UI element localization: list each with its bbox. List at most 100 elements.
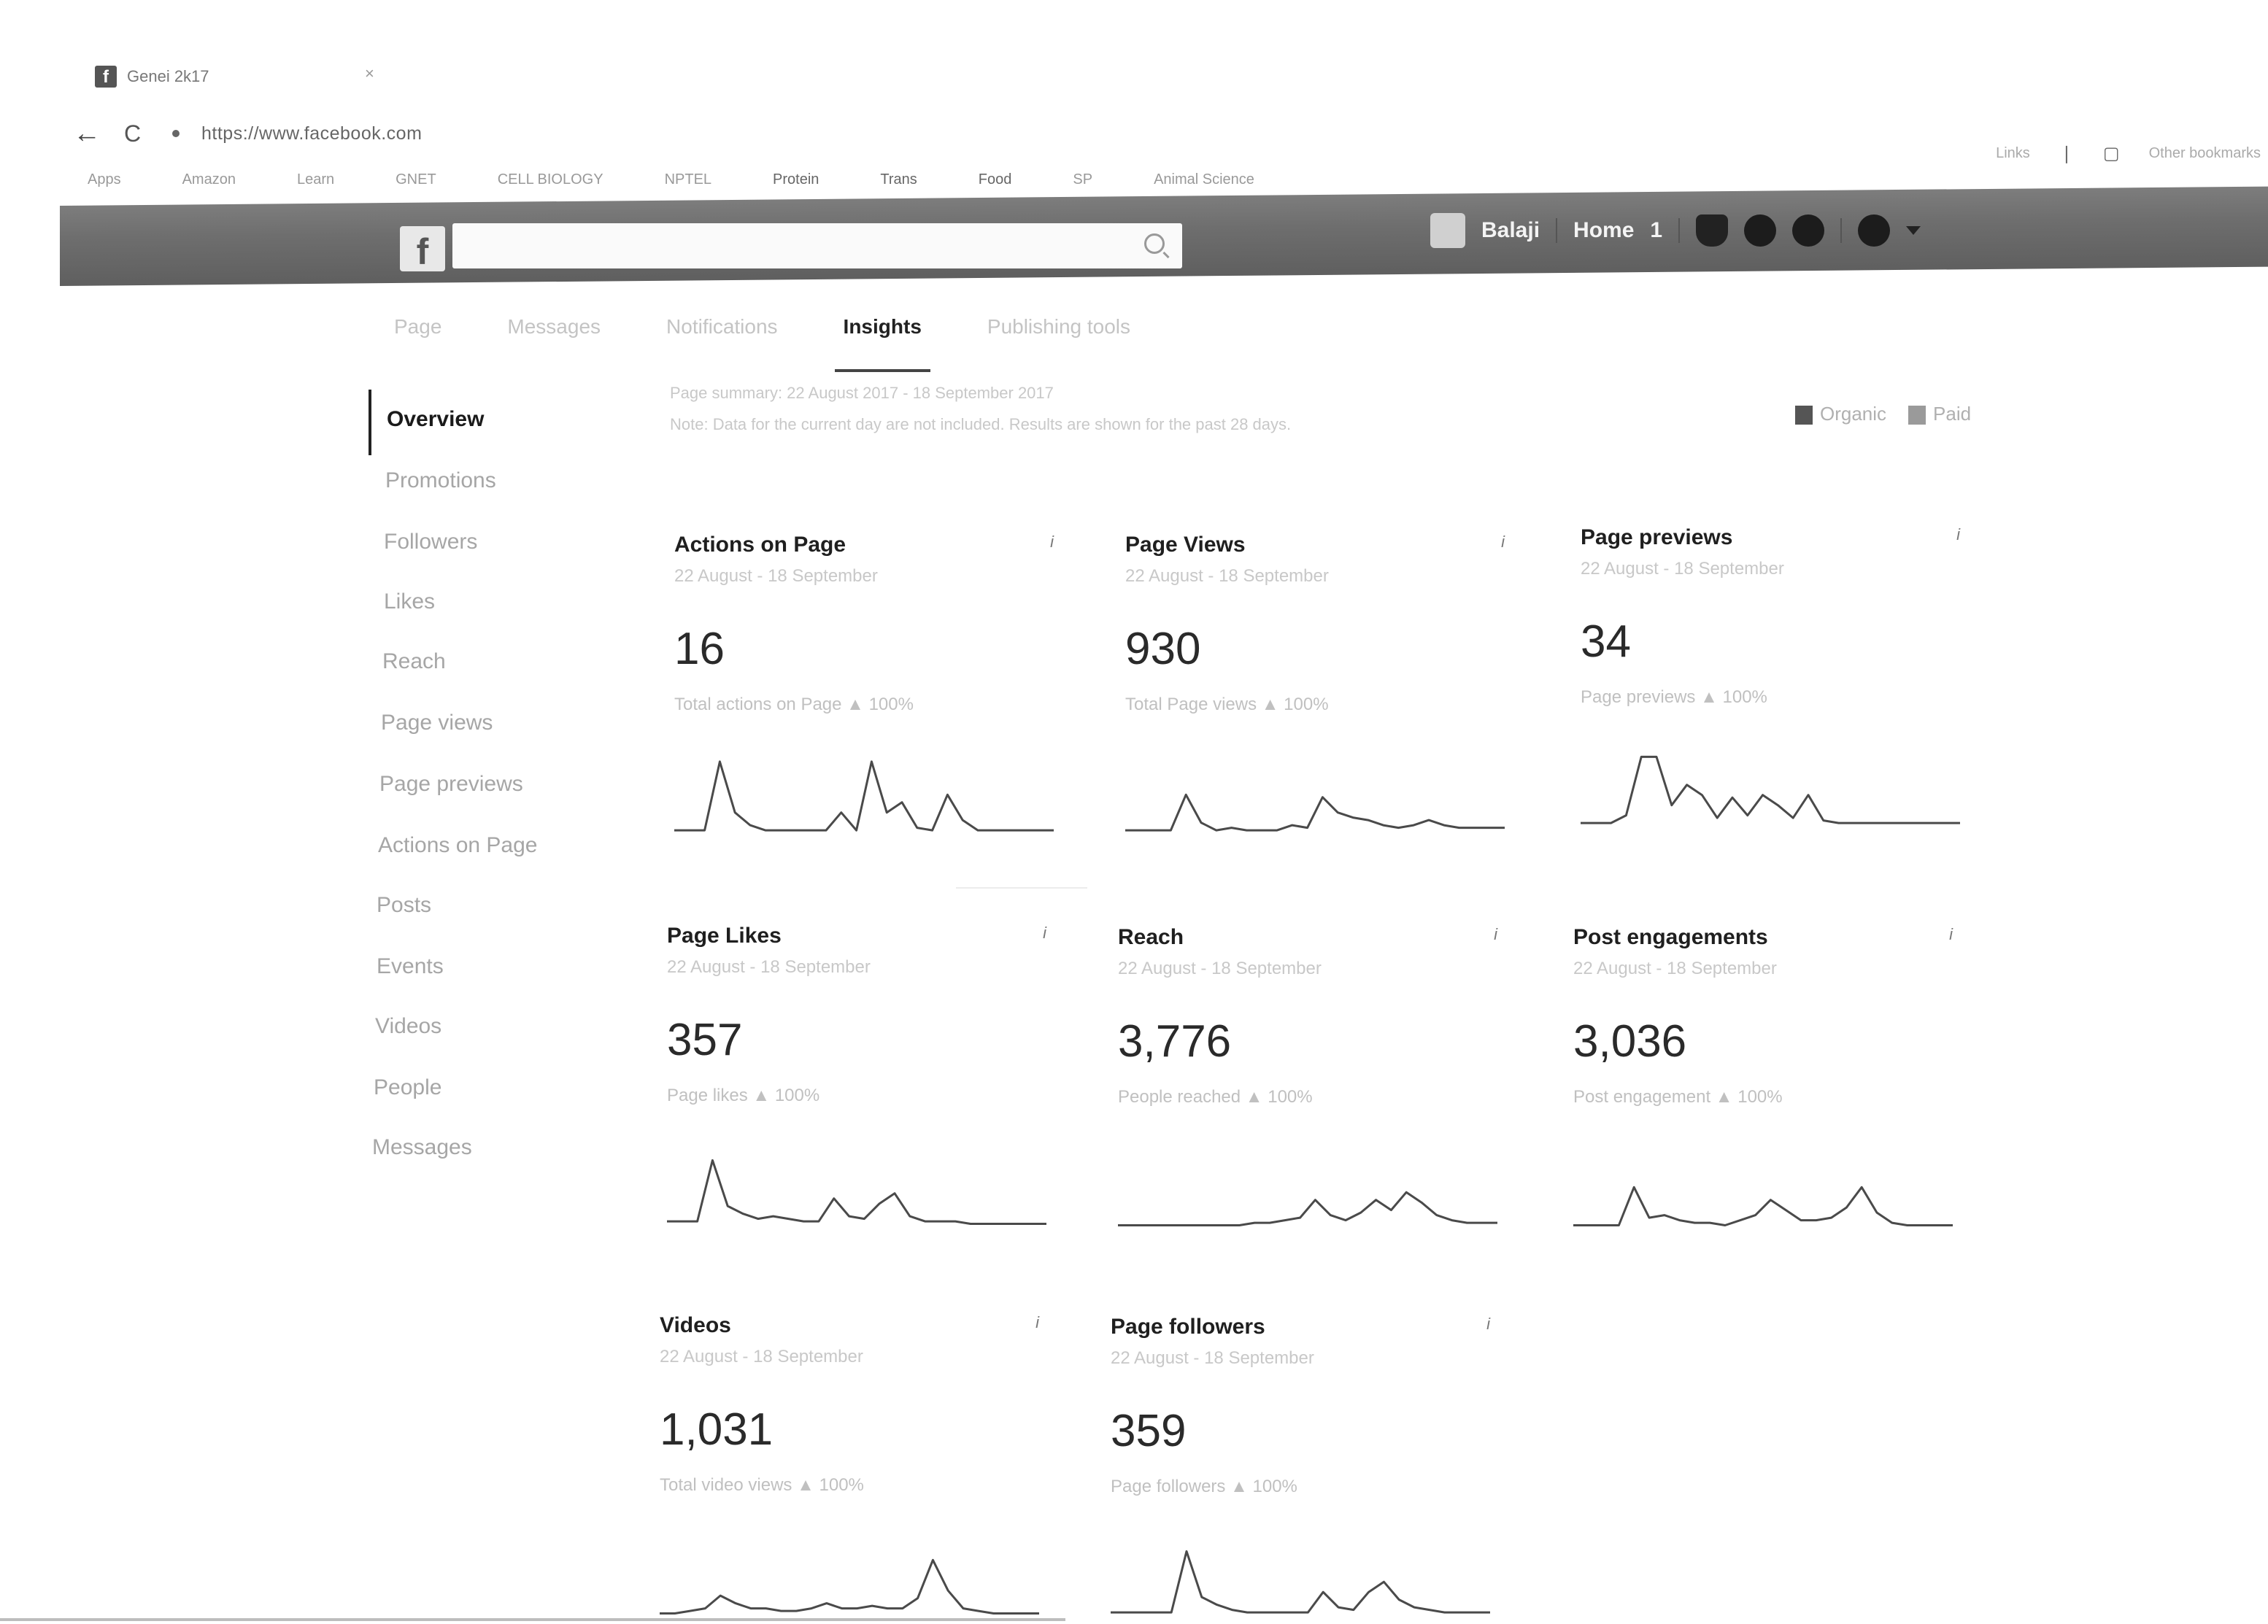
card-caption: Page likes ▲ 100% — [667, 1086, 820, 1105]
messages-icon[interactable] — [1744, 214, 1777, 247]
card-value: 3,036 — [1573, 1016, 1687, 1067]
bookmark-item[interactable]: Protein — [773, 171, 819, 188]
sidebar-item-actions-on-page[interactable]: Actions on Page — [378, 833, 537, 858]
facebook-logo[interactable]: f — [400, 226, 445, 272]
bookmark-item[interactable]: NPTEL — [665, 171, 711, 188]
sidebar-item-people[interactable]: People — [374, 1075, 441, 1100]
insight-card-reach[interactable]: Reach i 22 August - 18 September 3,776 P… — [1118, 925, 1512, 1268]
bookmark-item[interactable]: Amazon — [182, 171, 236, 188]
tab-close-icon[interactable]: × — [365, 64, 374, 83]
sidebar-item-page-previews[interactable]: Page previews — [379, 772, 523, 797]
insight-card-page-views[interactable]: Page Views i 22 August - 18 September 93… — [1125, 533, 1519, 875]
insight-card-page-previews[interactable]: Page previews i 22 August - 18 September… — [1581, 525, 1975, 868]
card-title[interactable]: Page Views — [1125, 533, 1246, 557]
search-icon[interactable] — [1144, 233, 1165, 254]
bookmark-item[interactable]: Learn — [297, 171, 334, 188]
tab-page[interactable]: Page — [394, 315, 441, 356]
sparkline-chart — [1573, 1137, 1953, 1239]
legend-swatch — [1795, 406, 1813, 425]
info-icon[interactable]: i — [1956, 525, 1960, 544]
insight-card-page-followers[interactable]: Page followers i 22 August - 18 Septembe… — [1111, 1315, 1505, 1624]
sidebar-item-overview[interactable]: Overview — [387, 407, 484, 432]
sidebar-item-posts[interactable]: Posts — [377, 893, 431, 918]
sidebar-item-messages[interactable]: Messages — [372, 1135, 472, 1160]
pin-icon[interactable]: ❘ — [2059, 143, 2074, 164]
sidebar-item-page-views[interactable]: Page views — [381, 711, 493, 735]
card-caption: Page previews ▲ 100% — [1581, 687, 1767, 707]
user-name-link[interactable]: Balaji — [1481, 218, 1540, 243]
card-date-range: 22 August - 18 September — [660, 1347, 863, 1366]
card-title[interactable]: Videos — [660, 1313, 731, 1338]
insight-card-actions-on-page[interactable]: Actions on Page i 22 August - 18 Septemb… — [674, 533, 1068, 875]
browser-tab[interactable]: f Genei 2k17 — [95, 58, 209, 95]
calendar-icon[interactable]: ▢ — [2103, 143, 2120, 164]
page-summary-note: Note: Data for the current day are not i… — [670, 415, 1292, 433]
bookmark-item[interactable]: Apps — [88, 171, 121, 188]
tab-publishing-tools[interactable]: Publishing tools — [987, 315, 1130, 356]
info-icon[interactable]: i — [1486, 1315, 1490, 1334]
help-icon[interactable] — [1858, 214, 1891, 247]
info-icon[interactable]: i — [1501, 533, 1505, 552]
info-icon[interactable]: i — [1035, 1313, 1039, 1332]
sidebar-item-reach[interactable]: Reach — [382, 649, 446, 674]
bookmark-item[interactable]: Trans — [880, 171, 917, 188]
sidebar-item-events[interactable]: Events — [377, 954, 444, 979]
card-date-range: 22 August - 18 September — [1111, 1348, 1314, 1368]
sidebar-item-followers[interactable]: Followers — [384, 530, 477, 554]
card-date-range: 22 August - 18 September — [674, 566, 878, 586]
sparkline-chart — [1118, 1137, 1497, 1239]
home-count-badge: 1 — [1650, 218, 1663, 242]
info-icon[interactable]: i — [1494, 925, 1497, 944]
sparkline-series — [660, 1558, 1039, 1615]
info-icon[interactable]: i — [1043, 924, 1046, 943]
card-caption: People reached ▲ 100% — [1118, 1087, 1313, 1107]
reload-icon[interactable]: C — [124, 120, 168, 147]
notifications-globe-icon[interactable] — [1792, 214, 1825, 247]
chevron-down-icon[interactable] — [1906, 226, 1921, 235]
friend-requests-icon[interactable] — [1696, 214, 1729, 247]
bookmark-item[interactable]: SP — [1073, 171, 1092, 188]
info-icon[interactable]: i — [1050, 533, 1054, 552]
sidebar-item-videos[interactable]: Videos — [375, 1014, 441, 1039]
tab-notifications[interactable]: Notifications — [666, 315, 778, 356]
card-date-range: 22 August - 18 September — [1581, 559, 1784, 579]
sparkline-chart — [1125, 744, 1505, 846]
sparkline-series — [1573, 1186, 1953, 1226]
sidebar-item-promotions[interactable]: Promotions — [385, 468, 496, 493]
divider — [0, 1618, 1065, 1621]
card-title[interactable]: Reach — [1118, 925, 1184, 950]
bookmark-item[interactable]: GNET — [396, 171, 436, 188]
search-input[interactable] — [452, 223, 1182, 268]
card-title[interactable]: Page Likes — [667, 924, 782, 948]
sparkline-series — [667, 1159, 1046, 1225]
sparkline-series — [1125, 793, 1505, 832]
card-date-range: 22 August - 18 September — [1573, 959, 1777, 978]
bookmark-item[interactable]: Animal Science — [1154, 171, 1254, 188]
insight-card-page-likes[interactable]: Page Likes i 22 August - 18 September 35… — [667, 924, 1061, 1267]
top-bar-right: Balaji Home 1 — [1430, 209, 1921, 252]
card-caption: Total video views ▲ 100% — [660, 1475, 864, 1495]
insight-card-post-engagements[interactable]: Post engagements i 22 August - 18 Septem… — [1573, 925, 1967, 1268]
url-field[interactable]: https://www.facebook.com — [201, 123, 422, 144]
insight-card-videos[interactable]: Videos i 22 August - 18 September 1,031 … — [660, 1313, 1054, 1624]
card-title[interactable]: Page followers — [1111, 1315, 1265, 1339]
card-title[interactable]: Post engagements — [1573, 925, 1768, 950]
back-arrow-icon[interactable]: ← — [73, 118, 117, 150]
tab-insights[interactable]: Insights — [834, 315, 931, 372]
card-value: 1,031 — [660, 1404, 774, 1455]
bookmark-item[interactable]: Food — [979, 171, 1012, 188]
sidebar-item-likes[interactable]: Likes — [384, 589, 435, 614]
info-icon[interactable]: i — [1949, 925, 1953, 944]
home-link[interactable]: Home — [1573, 218, 1634, 243]
card-value: 3,776 — [1118, 1016, 1232, 1067]
tab-messages[interactable]: Messages — [507, 315, 601, 356]
card-title[interactable]: Page previews — [1581, 525, 1732, 550]
bookmark-item[interactable]: CELL BIOLOGY — [498, 171, 603, 188]
card-title[interactable]: Actions on Page — [674, 533, 846, 557]
bookmark-item[interactable]: Links — [1996, 145, 2030, 162]
card-caption: Total actions on Page ▲ 100% — [674, 695, 914, 714]
sidebar-active-indicator — [369, 390, 371, 455]
bookmark-item[interactable]: Other bookmarks — [2149, 145, 2261, 162]
card-caption: Total Page views ▲ 100% — [1125, 695, 1329, 714]
avatar[interactable] — [1430, 213, 1465, 248]
